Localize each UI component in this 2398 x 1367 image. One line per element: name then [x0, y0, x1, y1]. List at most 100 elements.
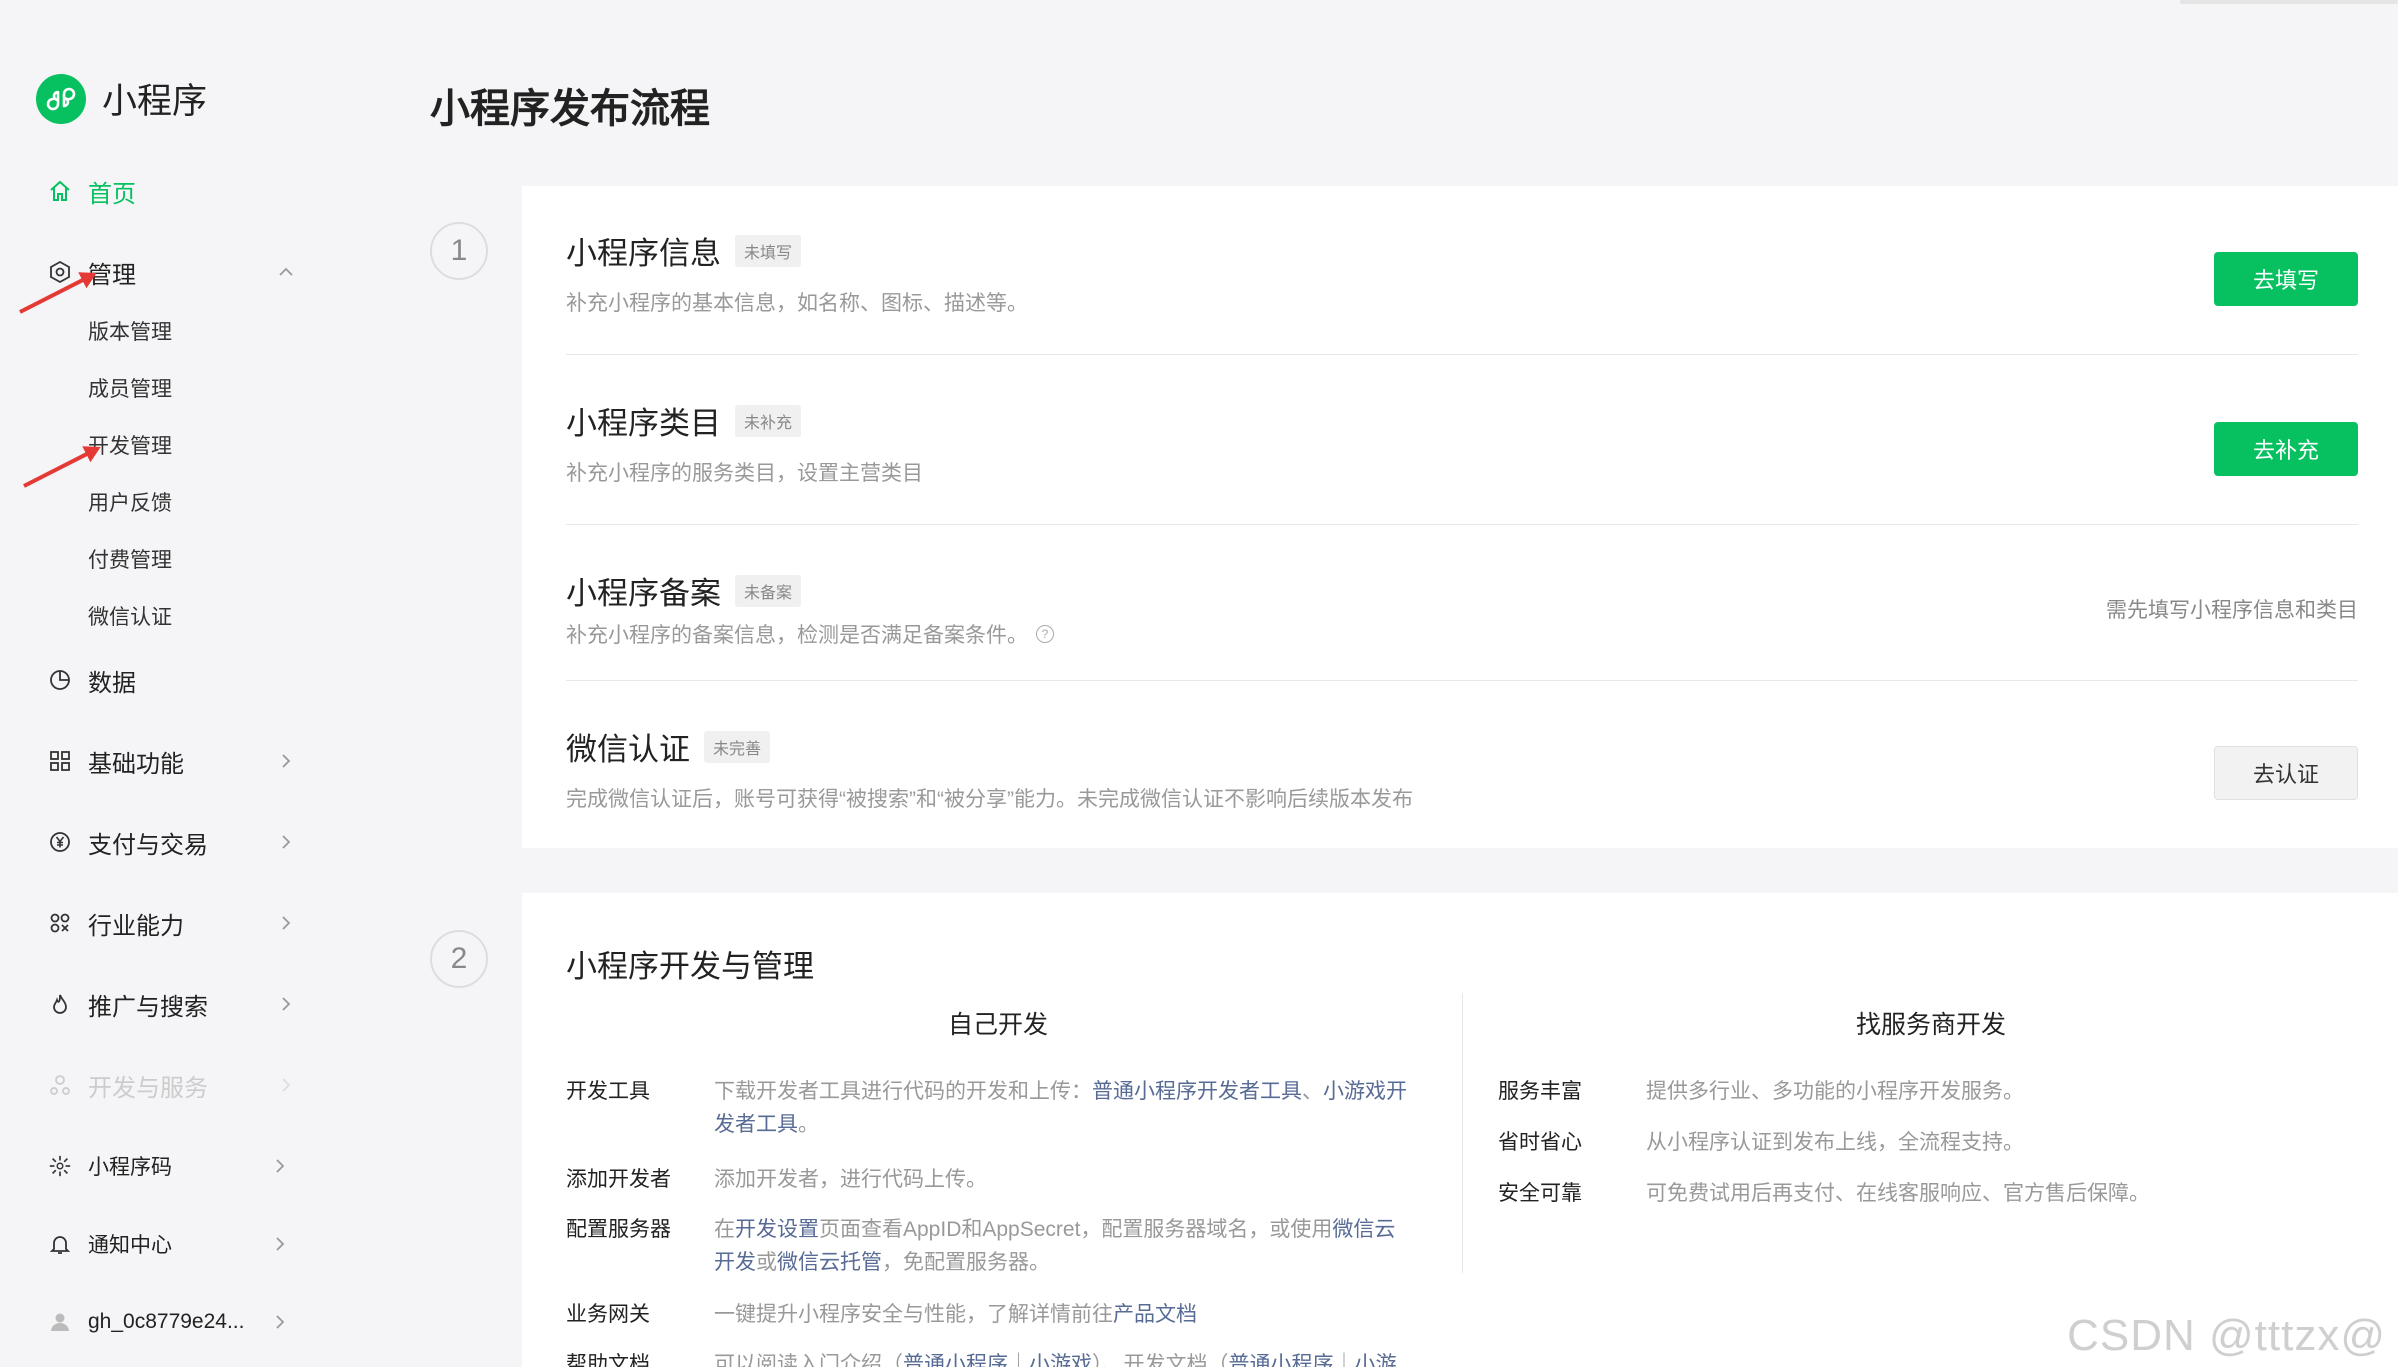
kv-gateway: 业务网关 一键提升小程序安全与性能，了解详情前往产品文档: [566, 1298, 1436, 1331]
self-develop-title: 自己开发: [948, 1011, 1049, 1039]
kv-key: 添加开发者: [566, 1168, 671, 1191]
kv-vendor-rich: 服务丰富 提供多行业、多功能的小程序开发服务。: [1498, 1075, 2024, 1108]
top-scroll-indicator: [2180, 0, 2398, 4]
nav-member-manage[interactable]: 成员管理: [88, 375, 172, 405]
devtools-link[interactable]: 普通小程序开发者工具: [1092, 1080, 1302, 1103]
nav-promotion[interactable]: 推广与搜索: [48, 984, 298, 1024]
intro-mini-link[interactable]: 普通小程序: [903, 1353, 1008, 1367]
kv-value: 可以阅读入门介绍（普通小程序｜小游戏）、开发文档（普通小程序｜小游: [714, 1348, 1397, 1367]
kv-key: 配置服务器: [566, 1218, 671, 1241]
step-number: 1: [430, 222, 488, 280]
nav-notice-label: 通知中心: [88, 1234, 172, 1257]
nav-promotion-label: 推广与搜索: [88, 993, 208, 1021]
help-icon[interactable]: ?: [1036, 625, 1054, 643]
kv-server-config: 配置服务器 在开发设置页面查看AppID和AppSecret，配置服务器域名，或…: [566, 1213, 1436, 1279]
nav-payment[interactable]: 支付与交易: [48, 822, 298, 862]
verify-button[interactable]: 去认证: [2214, 746, 2358, 800]
section-title: 小程序开发与管理: [566, 949, 814, 984]
nav-version-manage[interactable]: 版本管理: [88, 318, 172, 348]
page-title: 小程序发布流程: [430, 87, 710, 131]
avatar: [48, 1310, 72, 1334]
chevron-right-icon: [268, 1232, 292, 1256]
intro-game-link[interactable]: 小游戏: [1029, 1353, 1092, 1367]
dev-settings-link[interactable]: 开发设置: [735, 1218, 819, 1241]
row-title: 小程序信息: [566, 236, 721, 271]
pie-chart-icon: [48, 668, 72, 692]
step-number: 2: [430, 930, 488, 988]
kv-key: 开发工具: [566, 1080, 650, 1103]
cloud-hosting-link[interactable]: 微信云托管: [777, 1251, 882, 1274]
nav-data[interactable]: 数据: [48, 660, 298, 700]
chevron-right-icon: [274, 830, 298, 854]
kv-value: 可免费试用后再支付、在线客服响应、官方售后保障。: [1646, 1182, 2150, 1205]
kv-vendor-easy: 省时省心 从小程序认证到发布上线，全流程支持。: [1498, 1126, 2024, 1159]
divider: [566, 680, 2358, 681]
people-icon: [48, 1073, 72, 1097]
nav-basic-features[interactable]: 基础功能: [48, 741, 298, 781]
nav-data-label: 数据: [88, 669, 136, 697]
supplement-category-button[interactable]: 去补充: [2214, 422, 2358, 476]
nav-industry[interactable]: 行业能力: [48, 903, 298, 943]
watermark: CSDN @tttzx@: [2067, 1311, 2386, 1360]
divider: [566, 354, 2358, 355]
kv-value: 在开发设置页面查看AppID和AppSecret，配置服务器域名，或使用微信云开…: [714, 1218, 1396, 1274]
nav-home[interactable]: 首页: [48, 171, 298, 211]
status-badge: 未填写: [735, 234, 802, 267]
row-filing: 小程序备案 未备案 补充小程序的备案信息，检测是否满足备案条件。 ?: [566, 568, 2358, 649]
settings-icon: [48, 260, 72, 284]
kv-help-docs: 帮助文档 可以阅读入门介绍（普通小程序｜小游戏）、开发文档（普通小程序｜小游: [566, 1348, 1436, 1367]
yuan-icon: [48, 830, 72, 854]
kv-vendor-safe: 安全可靠 可免费试用后再支付、在线客服响应、官方售后保障。: [1498, 1177, 2150, 1210]
nav-user-feedback[interactable]: 用户反馈: [88, 489, 172, 519]
nav-notice[interactable]: 通知中心: [48, 1224, 292, 1264]
kv-value: 添加开发者，进行代码上传。: [714, 1168, 987, 1191]
row-description: 补充小程序的服务类目，设置主营类目: [566, 462, 923, 485]
step1-card: 小程序信息 未填写 补充小程序的基本信息，如名称、图标、描述等。 去填写 小程序…: [522, 186, 2398, 848]
kv-dev-tools: 开发工具 下载开发者工具进行代码的开发和上传：普通小程序开发者工具、小游戏开 发者…: [566, 1075, 1436, 1141]
app-logo[interactable]: 小程序: [36, 73, 207, 124]
nav-payment-label: 支付与交易: [88, 831, 208, 859]
row-description: 补充小程序的基本信息，如名称、图标、描述等。: [566, 292, 1028, 315]
column-divider: [1462, 993, 1463, 1273]
divider: [566, 524, 2358, 525]
nav-wechat-verify[interactable]: 微信认证: [88, 603, 172, 633]
app-name: 小程序: [102, 82, 208, 121]
annotation-arrow: [23, 447, 97, 488]
nav-dev-service[interactable]: 开发与服务: [48, 1065, 298, 1105]
kv-add-developer: 添加开发者 添加开发者，进行代码上传。: [566, 1163, 1436, 1196]
home-icon: [48, 179, 72, 203]
sun-code-icon: [48, 1154, 72, 1178]
kv-value: 从小程序认证到发布上线，全流程支持。: [1646, 1131, 2024, 1154]
bell-icon: [48, 1232, 72, 1256]
docs-mini-link[interactable]: 普通小程序: [1229, 1353, 1334, 1367]
nav-home-label: 首页: [88, 180, 136, 208]
vendor-develop-title: 找服务商开发: [1856, 1011, 2007, 1039]
kv-value: 下载开发者工具进行代码的开发和上传：普通小程序开发者工具、小游戏开 发者工具。: [714, 1080, 1407, 1136]
product-docs-link[interactable]: 产品文档: [1113, 1303, 1197, 1326]
row-title: 小程序备案: [566, 576, 721, 611]
nav-paid-manage[interactable]: 付费管理: [88, 546, 172, 576]
chevron-right-icon: [274, 1073, 298, 1097]
kv-key: 安全可靠: [1498, 1182, 1582, 1205]
kv-value: 提供多行业、多功能的小程序开发服务。: [1646, 1080, 2024, 1103]
fill-info-button[interactable]: 去填写: [2214, 252, 2358, 306]
nav-qrcode[interactable]: 小程序码: [48, 1146, 292, 1186]
nav-qrcode-label: 小程序码: [88, 1156, 172, 1179]
nav-account[interactable]: gh_0c8779e24...: [48, 1302, 292, 1342]
docs-game-link[interactable]: 小游: [1355, 1353, 1397, 1367]
row-category: 小程序类目 未补充 补充小程序的服务类目，设置主营类目: [566, 398, 2358, 487]
kv-key: 服务丰富: [1498, 1080, 1582, 1103]
status-badge: 未补充: [735, 404, 802, 437]
row-title: 微信认证: [566, 732, 690, 767]
nav-industry-label: 行业能力: [88, 912, 184, 940]
grid-icon: [48, 749, 72, 773]
kv-key: 帮助文档: [566, 1353, 650, 1367]
chevron-right-icon: [268, 1310, 292, 1334]
step2-card: 小程序开发与管理 自己开发 找服务商开发 开发工具 下载开发者工具进行代码的开发…: [522, 893, 2398, 1367]
sidebar: 小程序 首页 管理 版本管理 成员管理 开发管理 用户反馈 付费管理 微信认证 …: [0, 0, 340, 1367]
account-name: gh_0c8779e24...: [88, 1310, 245, 1333]
chevron-right-icon: [268, 1154, 292, 1178]
nav-dev-service-label: 开发与服务: [88, 1074, 208, 1102]
nav-basic-label: 基础功能: [88, 750, 184, 778]
status-badge: 未完善: [704, 730, 771, 763]
